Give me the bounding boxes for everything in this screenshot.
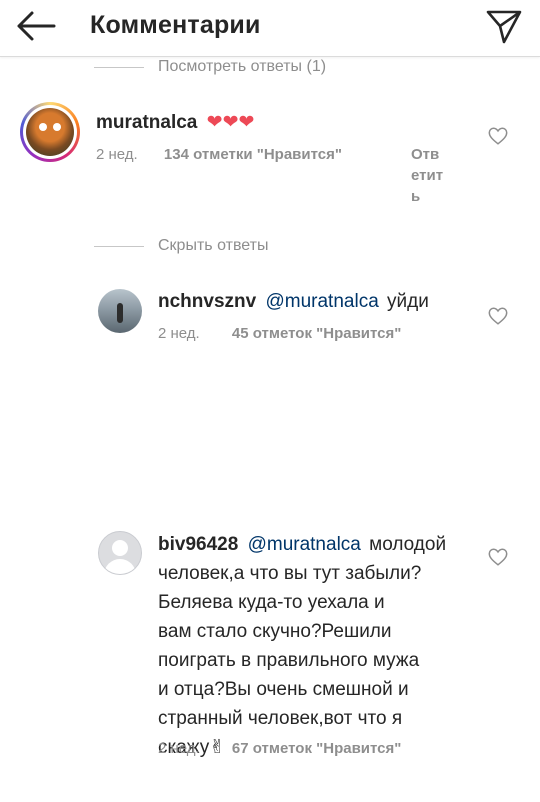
mention-link[interactable]: @muratnalca	[248, 534, 361, 555]
direct-send-button[interactable]	[484, 6, 524, 46]
comment-likes[interactable]: 134 отметки "Нравится"	[164, 146, 342, 163]
comment-text-line: Беляева куда-то уехала и	[158, 592, 385, 613]
comment-username[interactable]: muratnalca	[96, 112, 197, 133]
comment-text: ❤❤❤	[206, 112, 255, 133]
send-icon	[486, 10, 522, 44]
avatar[interactable]	[20, 102, 80, 162]
comment-meta: 2 нед. 67 отметок "Нравится"	[158, 740, 401, 757]
page-title: Комментарии	[90, 11, 261, 39]
comment-text-line: и отца?Вы очень смешной и	[158, 679, 409, 700]
reply-button[interactable]: Ответить	[411, 144, 445, 207]
divider-line	[94, 245, 144, 247]
comment-time: 2 нед.	[158, 740, 200, 757]
hide-replies-toggle[interactable]: Скрыть ответы	[94, 237, 268, 255]
comment-time: 2 нед.	[158, 325, 200, 342]
comment-time: 2 нед.	[96, 146, 138, 163]
comment-username[interactable]: biv96428	[158, 534, 238, 555]
top-bar: Комментарии	[0, 0, 540, 57]
comment-username[interactable]: nchnvsznv	[158, 291, 256, 312]
comment-body: nchnvsznv @muratnalca уйди	[158, 287, 429, 316]
comment-text-line: странный человек,вот что я	[158, 708, 403, 729]
comment-body: biv96428 @muratnalca молодой человек,а ч…	[158, 530, 478, 762]
comment-meta: 2 нед. 134 отметки "Нравится"	[96, 146, 342, 163]
comment-text: уйди	[387, 291, 429, 312]
avatar[interactable]	[98, 289, 142, 333]
comment-meta: 2 нед. 45 отметок "Нравится"	[158, 325, 401, 342]
avatar[interactable]	[98, 531, 142, 575]
hide-replies-label: Скрыть ответы	[158, 237, 269, 254]
heart-outline-icon[interactable]	[487, 546, 509, 568]
divider-line	[94, 66, 144, 68]
comment-text-line: вам стало скучно?Решили	[158, 621, 392, 642]
back-arrow-icon	[17, 11, 56, 41]
comment-likes[interactable]: 67 отметок "Нравится"	[232, 740, 401, 757]
comment-text-line: молодой	[369, 534, 447, 555]
comment-likes[interactable]: 45 отметок "Нравится"	[232, 325, 401, 342]
back-button[interactable]	[14, 8, 58, 44]
mention-link[interactable]: @muratnalca	[265, 291, 378, 312]
comment-body: muratnalca ❤❤❤	[96, 108, 254, 137]
heart-outline-icon[interactable]	[487, 305, 509, 327]
heart-outline-icon[interactable]	[487, 125, 509, 147]
view-replies-label: Посмотреть ответы (1)	[158, 58, 327, 75]
comment-text-line: человек,а что вы тут забыли?	[158, 563, 422, 584]
view-replies-toggle[interactable]: Посмотреть ответы (1)	[94, 58, 326, 76]
comment-text-line: поиграть в правильного мужа	[158, 650, 420, 671]
